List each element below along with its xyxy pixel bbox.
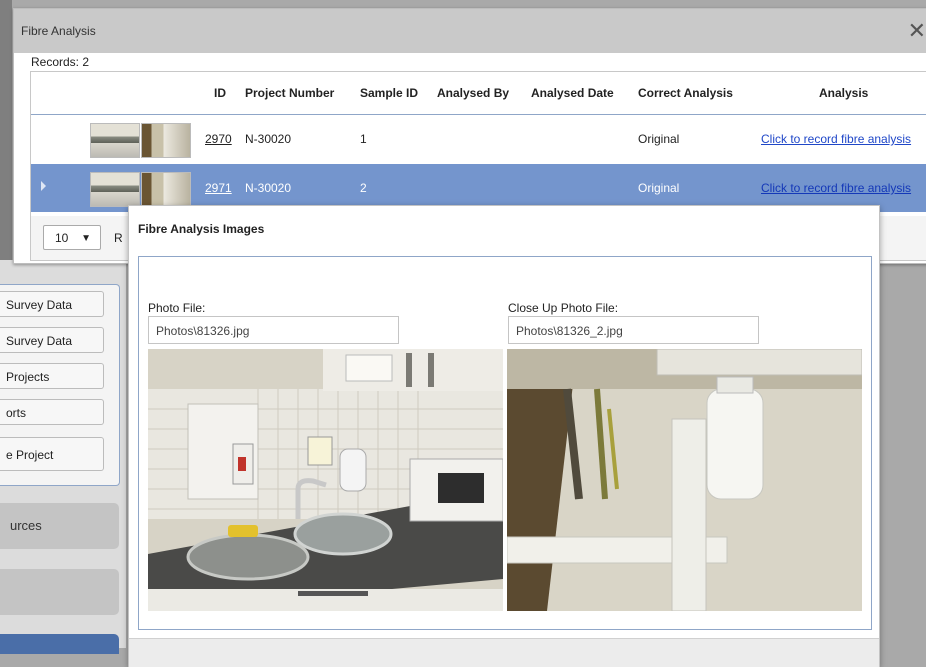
sidebar-button-survey-data-1[interactable]: Survey Data <box>0 291 104 317</box>
photo-file-label: Photo File: <box>148 301 206 315</box>
page-size-select[interactable]: 10 ▼ <box>43 225 101 250</box>
popup-footer <box>129 638 879 667</box>
fibre-analysis-images-popup: Fibre Analysis Images Photo File: Photos… <box>128 205 880 667</box>
closeup-file-label: Close Up Photo File: <box>508 301 619 315</box>
sidebar-section-blank[interactable] <box>0 569 119 615</box>
chevron-down-icon: ▼ <box>81 233 91 244</box>
closeup-file-field[interactable]: Photos\81326_2.jpg <box>508 316 759 344</box>
column-header-analysed-by[interactable]: Analysed By <box>437 72 509 114</box>
sidebar-button-project[interactable]: e Project <box>0 437 104 471</box>
column-header-id[interactable]: ID <box>214 72 226 114</box>
row-sample-id: 1 <box>360 132 367 146</box>
close-icon[interactable]: ✕ <box>908 20 926 42</box>
closeup-photo-image[interactable] <box>507 349 862 611</box>
photo-file-field[interactable]: Photos\81326.jpg <box>148 316 399 344</box>
dialog-titlebar[interactable]: Fibre Analysis ✕ <box>14 9 926 53</box>
record-fibre-analysis-link[interactable]: Click to record fibre analysis <box>761 115 911 163</box>
sidebar-panel: Survey Data Survey Data Projects orts e … <box>0 284 120 486</box>
sidebar-section-active[interactable] <box>0 634 119 654</box>
column-header-sample-id[interactable]: Sample ID <box>360 72 418 114</box>
row-id-link[interactable]: 2970 <box>205 115 232 163</box>
column-header-analysis[interactable]: Analysis <box>819 72 868 114</box>
sidebar-section-resources[interactable]: urces <box>0 503 119 549</box>
records-count: Records: 2 <box>31 55 90 69</box>
photo-image[interactable] <box>148 349 503 611</box>
table-row[interactable]: 2970 N-30020 1 Original Click to record … <box>31 115 926 163</box>
closeup-thumbnail[interactable] <box>141 172 191 207</box>
column-header-project-number[interactable]: Project Number <box>245 72 334 114</box>
sidebar-button-reports[interactable]: orts <box>0 399 104 425</box>
row-expand-icon[interactable] <box>41 181 46 191</box>
popup-content: Photo File: Photos\81326.jpg Close Up Ph… <box>138 256 872 630</box>
column-header-correct-analysis[interactable]: Correct Analysis <box>638 72 733 114</box>
sidebar-button-projects[interactable]: Projects <box>0 363 104 389</box>
dialog-title: Fibre Analysis <box>21 24 96 38</box>
column-header-analysed-date[interactable]: Analysed Date <box>531 72 614 114</box>
background-app-strip <box>0 0 12 260</box>
closeup-thumbnail[interactable] <box>141 123 191 158</box>
row-project-number: N-30020 <box>245 132 292 146</box>
pager-text: R <box>114 231 123 245</box>
page-size-value: 10 <box>55 231 69 245</box>
photo-thumbnail[interactable] <box>90 123 140 158</box>
row-correct-analysis: Original <box>638 132 680 146</box>
sidebar-button-survey-data-2[interactable]: Survey Data <box>0 327 104 353</box>
grid-header: ID Project Number Sample ID Analysed By … <box>31 72 926 115</box>
photo-thumbnail[interactable] <box>90 172 140 207</box>
popup-title: Fibre Analysis Images <box>138 222 265 236</box>
